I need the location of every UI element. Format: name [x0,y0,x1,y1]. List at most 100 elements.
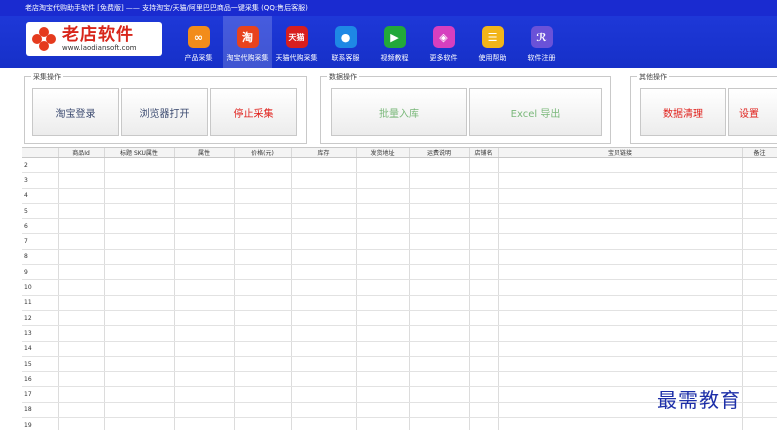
table-cell[interactable] [104,249,175,266]
table-cell[interactable] [174,295,235,311]
table-cell[interactable] [104,203,175,220]
table-cell[interactable] [498,341,743,357]
table-cell[interactable] [291,310,357,327]
table-cell[interactable] [58,295,105,311]
table-cell[interactable] [174,371,235,388]
table-cell[interactable] [742,157,777,174]
table-cell[interactable] [58,386,105,403]
excel-export-button[interactable]: Excel 导出 [469,88,602,136]
table-cell[interactable] [409,172,470,189]
table-cell[interactable] [356,188,410,204]
table-cell[interactable] [104,218,175,235]
table-cell[interactable] [104,417,175,430]
table-cell[interactable] [58,310,105,327]
table-cell[interactable] [58,233,105,250]
table-cell[interactable] [58,218,105,235]
table-cell[interactable] [234,356,292,373]
nav-item-4[interactable]: ▶ 视频教程 [370,16,419,68]
table-cell[interactable] [104,279,175,296]
table-row[interactable]: 9 [22,264,777,281]
table-cell[interactable] [409,417,470,430]
table-cell[interactable] [742,279,777,296]
table-cell[interactable] [469,203,499,220]
table-cell[interactable] [58,203,105,220]
table-cell[interactable] [174,279,235,296]
table-cell[interactable] [104,402,175,419]
table-cell[interactable] [356,264,410,281]
table-cell[interactable] [104,371,175,388]
table-cell[interactable] [469,157,499,174]
table-cell[interactable] [742,233,777,250]
table-cell[interactable] [174,188,235,204]
table-cell[interactable] [469,188,499,204]
table-cell[interactable] [469,325,499,342]
table-cell[interactable] [409,157,470,174]
table-cell[interactable] [356,203,410,220]
table-cell[interactable] [742,218,777,235]
table-cell[interactable] [174,341,235,357]
table-cell[interactable] [469,371,499,388]
table-cell[interactable] [409,295,470,311]
table-cell[interactable] [234,157,292,174]
table-cell[interactable] [356,295,410,311]
table-row[interactable]: 7 [22,233,777,250]
table-cell[interactable] [469,264,499,281]
table-cell[interactable] [174,356,235,373]
table-cell[interactable] [498,279,743,296]
table-cell[interactable] [409,325,470,342]
table-cell[interactable] [291,279,357,296]
table-cell[interactable] [356,402,410,419]
table-cell[interactable] [234,371,292,388]
table-cell[interactable] [409,233,470,250]
table-cell[interactable] [498,233,743,250]
table-cell[interactable] [104,233,175,250]
table-cell[interactable] [174,203,235,220]
table-cell[interactable] [104,264,175,281]
table-cell[interactable] [742,203,777,220]
table-cell[interactable] [234,386,292,403]
table-cell[interactable] [234,417,292,430]
taobao-login-button[interactable]: 淘宝登录 [32,88,119,136]
table-cell[interactable] [291,386,357,403]
table-cell[interactable] [742,402,777,419]
table-row[interactable]: 12 [22,310,777,327]
table-cell[interactable] [409,249,470,266]
table-cell[interactable] [356,386,410,403]
table-cell[interactable] [291,264,357,281]
table-cell[interactable] [58,417,105,430]
table-cell[interactable] [234,233,292,250]
table-cell[interactable] [356,371,410,388]
table-cell[interactable] [742,188,777,204]
table-row[interactable]: 13 [22,325,777,342]
table-cell[interactable] [409,371,470,388]
table-cell[interactable] [174,249,235,266]
table-cell[interactable] [104,325,175,342]
table-cell[interactable] [174,325,235,342]
table-cell[interactable] [469,233,499,250]
table-row[interactable]: 8 [22,249,777,266]
table-cell[interactable] [356,157,410,174]
table-cell[interactable] [174,233,235,250]
table-row[interactable]: 4 [22,188,777,204]
nav-item-7[interactable]: ℛ 软件注册 [517,16,566,68]
table-cell[interactable] [291,341,357,357]
table-cell[interactable] [291,249,357,266]
table-cell[interactable] [58,279,105,296]
table-cell[interactable] [498,356,743,373]
table-cell[interactable] [291,157,357,174]
table-cell[interactable] [498,172,743,189]
table-cell[interactable] [409,402,470,419]
table-cell[interactable] [469,417,499,430]
table-cell[interactable] [291,371,357,388]
table-cell[interactable] [174,310,235,327]
table-cell[interactable] [469,279,499,296]
table-cell[interactable] [291,356,357,373]
table-cell[interactable] [234,325,292,342]
table-cell[interactable] [356,417,410,430]
table-cell[interactable] [234,203,292,220]
table-row[interactable]: 14 [22,341,777,357]
table-cell[interactable] [409,264,470,281]
nav-item-5[interactable]: ◈ 更多软件 [419,16,468,68]
table-cell[interactable] [356,356,410,373]
table-cell[interactable] [174,417,235,430]
